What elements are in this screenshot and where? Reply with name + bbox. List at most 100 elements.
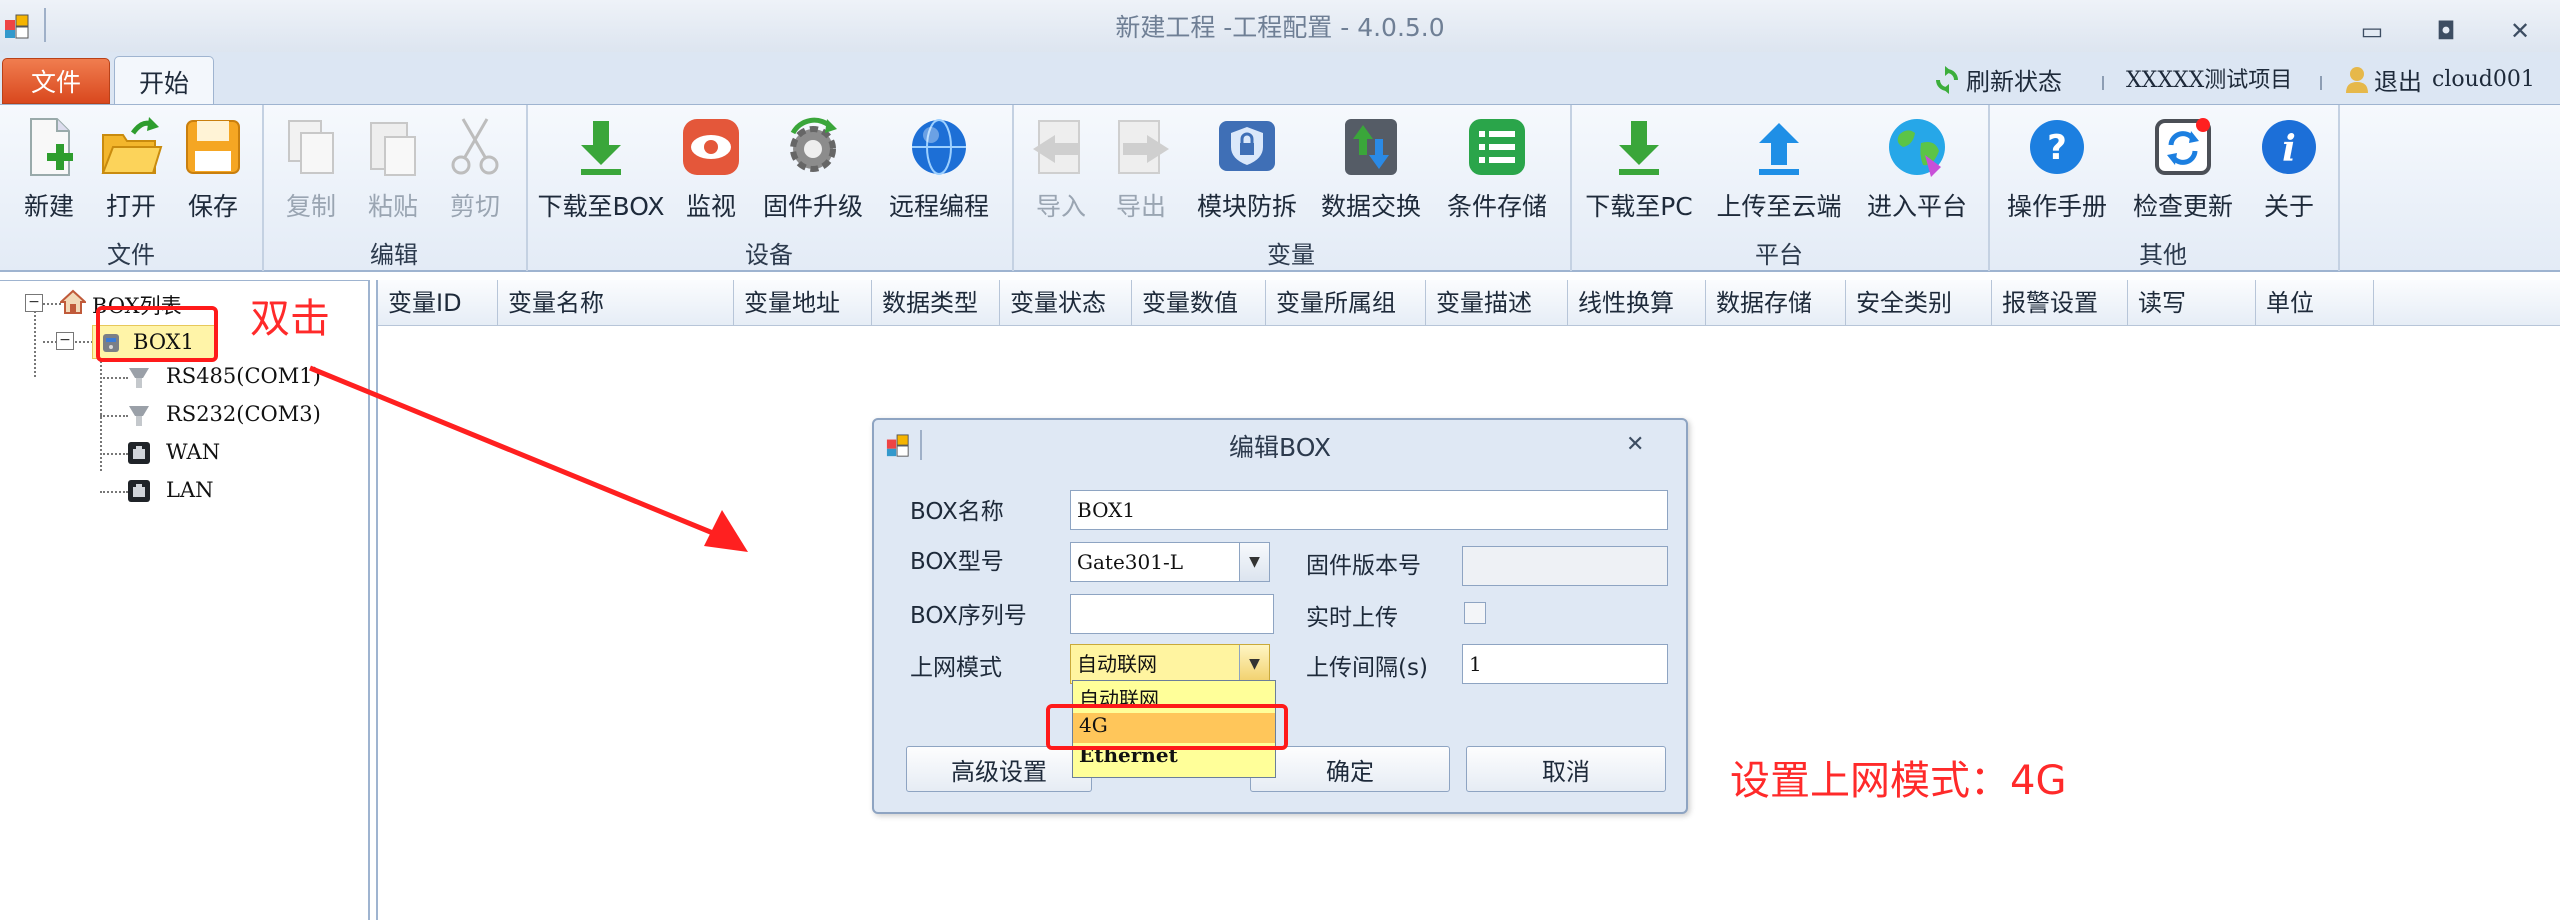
column-header[interactable]: 变量描述	[1426, 280, 1568, 326]
tab-start[interactable]: 开始	[114, 56, 214, 106]
realtime-upload-label: 实时上传	[1306, 605, 1398, 631]
upload-to-cloud-button[interactable]: 上传至云端	[1716, 111, 1842, 229]
box-name-input[interactable]: BOX1	[1070, 490, 1668, 530]
annotation-highlight-4g	[1046, 704, 1288, 750]
box-model-select[interactable]: Gate301-L ▼	[1070, 542, 1270, 582]
tree-expander[interactable]: −	[56, 332, 74, 350]
upload-interval-input[interactable]: 1	[1462, 644, 1668, 684]
topbar-separator	[2102, 76, 2104, 90]
open-folder-icon	[101, 117, 163, 174]
restore-button[interactable]: ◘	[2426, 14, 2466, 48]
column-header[interactable]: 报警设置	[1992, 280, 2128, 326]
network-port-icon	[128, 480, 150, 502]
column-header[interactable]: 数据类型	[872, 280, 1000, 326]
tab-file[interactable]: 文件	[2, 58, 110, 104]
group-label-platform: 平台	[1755, 241, 1803, 269]
dialog-title: 编辑BOX	[1229, 433, 1331, 462]
realtime-upload-checkbox[interactable]	[1464, 602, 1486, 624]
column-header[interactable]: 变量ID	[378, 280, 498, 326]
sync-icon	[2155, 118, 2211, 175]
enter-platform-label: 进入平台	[1866, 192, 1967, 221]
import-icon	[1033, 120, 1080, 174]
refresh-status-button[interactable]: 刷新状态	[1932, 62, 2062, 97]
chevron-down-icon[interactable]: ▼	[1239, 645, 1269, 683]
enter-platform-button[interactable]: 进入平台	[1867, 111, 1967, 229]
group-label-device: 设备	[745, 241, 793, 269]
close-button[interactable]: ✕	[2500, 14, 2540, 48]
annotation-double-click: 双击	[250, 296, 330, 342]
user-icon	[2346, 66, 2368, 93]
column-header[interactable]: 读写	[2128, 280, 2256, 326]
column-header[interactable]: 变量所属组	[1266, 280, 1426, 326]
firmware-upgrade-button[interactable]: 固件升级	[763, 111, 863, 229]
annotation-arrow	[309, 365, 748, 552]
edit-box-dialog: 编辑BOX ✕ BOX名称 BOX1 BOX型号 Gate301-L ▼ 固件版…	[872, 418, 1688, 814]
about-button[interactable]: i 关于	[2244, 111, 2334, 229]
remote-programming-button[interactable]: 远程编程	[889, 111, 989, 229]
about-label: 关于	[2263, 192, 2314, 221]
data-exchange-button[interactable]: 数据交换	[1321, 111, 1421, 229]
user-manual-button[interactable]: ? 操作手册	[2007, 111, 2107, 229]
group-label-variable: 变量	[1267, 241, 1315, 269]
upload-interval-label: 上传间隔(s)	[1306, 655, 1428, 681]
tree-item-rs232[interactable]: RS232(COM3)	[166, 402, 321, 426]
box-model-value: Gate301-L	[1077, 550, 1183, 574]
scissors-icon	[451, 118, 499, 175]
dialog-title-bar[interactable]: 编辑BOX ✕	[874, 420, 1686, 470]
box-model-label: BOX型号	[910, 549, 1004, 575]
download-icon	[1619, 121, 1659, 175]
column-header[interactable]: 变量数值	[1132, 280, 1266, 326]
ok-button[interactable]: 确定	[1250, 746, 1450, 792]
column-header[interactable]: 单位	[2256, 280, 2374, 326]
tree-line	[43, 303, 61, 305]
cancel-button[interactable]: 取消	[1466, 746, 1666, 792]
upload-to-cloud-label: 上传至云端	[1716, 192, 1842, 221]
globe-icon	[912, 119, 966, 175]
restore-icon: ◘	[2436, 17, 2456, 45]
export-icon	[1118, 120, 1169, 174]
window-title: 新建工程 -工程配置 - 4.0.5.0	[1115, 13, 1445, 42]
group-separator	[2338, 105, 2340, 271]
tree-item-lan[interactable]: LAN	[166, 478, 214, 502]
module-tamper-button[interactable]: 模块防拆	[1197, 111, 1297, 229]
minimize-button[interactable]: ▭	[2352, 14, 2392, 48]
column-header[interactable]: 安全类别	[1846, 280, 1992, 326]
tree-line	[100, 453, 128, 455]
help-icon: ?	[2030, 120, 2084, 174]
conditional-storage-button[interactable]: 条件存储	[1447, 111, 1547, 229]
column-header[interactable]: 变量状态	[1000, 280, 1132, 326]
column-header[interactable]: 线性换算	[1568, 280, 1706, 326]
tree-expander[interactable]: −	[25, 294, 43, 312]
download-to-box-button[interactable]: 下载至BOX	[538, 111, 664, 229]
earth-icon	[1889, 119, 1945, 177]
column-header[interactable]: 变量地址	[734, 280, 872, 326]
download-to-pc-button[interactable]: 下载至PC	[1585, 111, 1693, 229]
logout-button[interactable]: 退出 cloud001	[2344, 62, 2535, 97]
refresh-icon	[1936, 65, 1958, 94]
group-label-other: 其他	[2139, 241, 2187, 269]
column-header[interactable]: 数据存储	[1706, 280, 1846, 326]
box-serial-input[interactable]	[1070, 594, 1274, 634]
tree-line	[34, 311, 36, 377]
column-header[interactable]: 变量名称	[498, 280, 734, 326]
cut-button[interactable]: 剪切	[430, 111, 520, 229]
gear-icon	[790, 117, 837, 172]
tree-item-rs485[interactable]: RS485(COM1)	[166, 364, 321, 388]
net-mode-select[interactable]: 自动联网 ▼	[1070, 644, 1270, 684]
close-icon: ✕	[2509, 17, 2531, 45]
close-icon: ✕	[1626, 432, 1645, 457]
group-label-file: 文件	[107, 241, 155, 269]
project-name: XXXXX测试项目	[2126, 68, 2293, 93]
title-bar: 新建工程 -工程配置 - 4.0.5.0 ▭ ◘ ✕	[0, 0, 2560, 52]
dialog-close-button[interactable]: ✕	[1626, 432, 1644, 457]
box-serial-label: BOX序列号	[910, 603, 1027, 629]
copy-icon	[288, 120, 334, 174]
tab-row: 文件 开始 刷新状态 XXXXX测试项目 退出 cloud001	[0, 52, 2560, 106]
chevron-down-icon[interactable]: ▼	[1239, 543, 1269, 581]
save-icon	[186, 120, 240, 174]
firmware-version-input	[1462, 546, 1668, 586]
eye-icon	[683, 119, 739, 175]
tree-item-wan[interactable]: WAN	[166, 440, 220, 464]
group-label-edit: 编辑	[370, 241, 418, 269]
advanced-settings-button[interactable]: 高级设置	[906, 746, 1092, 792]
